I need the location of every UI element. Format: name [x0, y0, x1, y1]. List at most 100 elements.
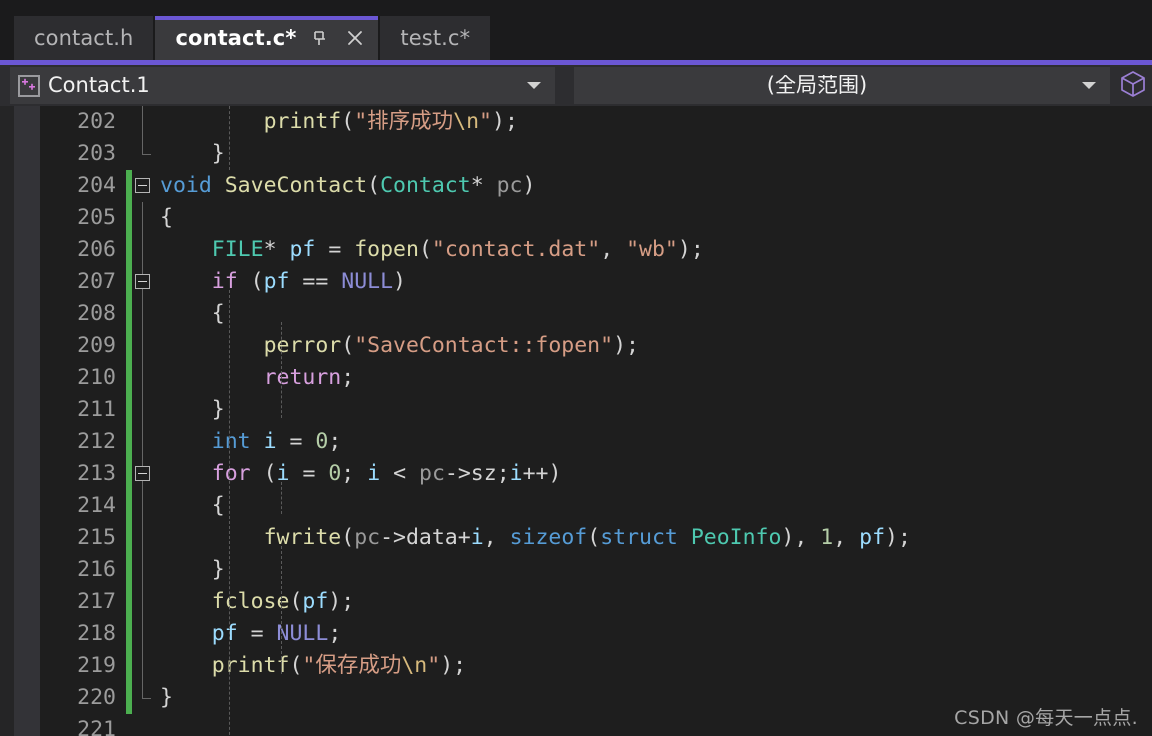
code-line-text: perror("SaveContact::fopen"); [154, 330, 1152, 362]
code-token: pf [859, 525, 886, 550]
outlining-margin[interactable] [132, 490, 154, 522]
code-token: } [211, 141, 225, 166]
code-token: i [367, 461, 381, 486]
code-line[interactable]: 205 { [40, 202, 1152, 234]
code-line[interactable]: 219 printf("保存成功\n"); [40, 650, 1152, 682]
outlining-margin[interactable] [132, 106, 154, 138]
member-scope-dropdown[interactable]: Contact.1 [10, 67, 555, 104]
outlining-margin[interactable] [132, 618, 154, 650]
code-token: fclose [211, 589, 290, 614]
code-token: 1 [820, 525, 834, 550]
outlining-margin[interactable] [132, 458, 154, 490]
outlining-bracket [142, 586, 143, 618]
outlining-bracket [142, 298, 143, 330]
outlining-margin[interactable] [132, 266, 154, 298]
member-scope-value: Contact.1 [48, 75, 150, 96]
code-token: { [160, 205, 173, 230]
code-token: "排序成功 [354, 109, 454, 134]
code-line[interactable]: 212 int i = 0; [40, 426, 1152, 458]
code-token: ) [677, 237, 691, 262]
code-line[interactable]: 208 { [40, 298, 1152, 330]
code-token: ( [341, 525, 355, 550]
line-number: 203 [77, 141, 116, 166]
code-editor[interactable]: 202 printf("排序成功\n"); 203 } 204 void SaveCo… [0, 106, 1152, 736]
code-token: if [211, 269, 238, 294]
outlining-bracket [142, 138, 151, 155]
pin-icon[interactable] [306, 25, 332, 51]
outlining-margin[interactable] [132, 650, 154, 682]
outlining-margin[interactable] [132, 714, 154, 736]
outlining-margin[interactable] [132, 234, 154, 266]
code-token: ( [341, 333, 355, 358]
code-line[interactable]: 210 return; [40, 362, 1152, 394]
code-line[interactable]: 211 } [40, 394, 1152, 426]
collapse-region-icon[interactable] [135, 274, 150, 289]
code-line[interactable]: 209 perror("SaveContact::fopen"); [40, 330, 1152, 362]
collapse-region-icon[interactable] [135, 466, 150, 481]
collapse-region-icon[interactable] [135, 178, 150, 193]
code-line[interactable]: 215 fwrite(pc->data+i, sizeof(struct Peo… [40, 522, 1152, 554]
code-line[interactable]: 206 FILE* pf = fopen("contact.dat", "wb"… [40, 234, 1152, 266]
code-token: int [211, 429, 251, 454]
code-line[interactable]: 217 fclose(pf); [40, 586, 1152, 618]
outlining-margin[interactable] [132, 202, 154, 234]
code-line[interactable]: 213 for (i = 0; i < pc->sz;i++) [40, 458, 1152, 490]
outlining-margin[interactable] [132, 138, 154, 170]
outlining-margin[interactable] [132, 298, 154, 330]
code-line[interactable]: 214 { [40, 490, 1152, 522]
code-token: , [600, 237, 614, 262]
code-token: ( [289, 653, 303, 678]
global-scope-dropdown[interactable]: (全局范围) [574, 67, 1110, 104]
outlining-margin[interactable] [132, 394, 154, 426]
close-icon[interactable] [342, 25, 368, 51]
code-line[interactable]: 207 if (pf == NULL) [40, 266, 1152, 298]
indicator-margin[interactable] [14, 106, 40, 736]
code-line[interactable]: 203 } [40, 138, 1152, 170]
code-token: void [160, 173, 212, 198]
outlining-margin[interactable] [132, 522, 154, 554]
code-token: pc [354, 525, 381, 550]
code-token: { [211, 301, 225, 326]
line-number: 207 [77, 269, 116, 294]
code-token: ) [393, 269, 406, 294]
watermark: CSDN @每天一点点. [954, 707, 1138, 729]
code-token: ) [328, 589, 342, 614]
tab-contact-c[interactable]: contact.c* [155, 16, 379, 60]
outlining-margin[interactable] [132, 682, 154, 714]
code-token: sizeof [509, 525, 588, 550]
chevron-down-icon[interactable] [1082, 82, 1096, 89]
code-token: perror [263, 333, 342, 358]
code-text-area[interactable]: 202 printf("排序成功\n"); 203 } 204 void SaveCo… [40, 106, 1152, 736]
chevron-down-icon[interactable] [527, 82, 541, 89]
code-token: * [470, 173, 484, 198]
tab-test-c[interactable]: test.c* [380, 16, 491, 60]
code-line[interactable]: 216 } [40, 554, 1152, 586]
code-line[interactable]: 204 void SaveContact(Contact* pc) [40, 170, 1152, 202]
cube-icon-button[interactable] [1114, 67, 1152, 104]
code-line-text: pf = NULL; [154, 618, 1152, 650]
code-token: SaveContact [224, 173, 368, 198]
code-line[interactable]: 202 printf("排序成功\n"); [40, 106, 1152, 138]
outlining-margin[interactable] [132, 330, 154, 362]
outlining-margin[interactable] [132, 426, 154, 458]
code-line-text: void SaveContact(Contact* pc) [154, 170, 1152, 202]
code-token: 0 [315, 429, 329, 454]
code-line-text: { [154, 298, 1152, 330]
outlining-margin[interactable] [132, 586, 154, 618]
outlining-margin[interactable] [132, 554, 154, 586]
outlining-margin[interactable] [132, 362, 154, 394]
outlining-margin[interactable] [132, 170, 154, 202]
tab-contact-h[interactable]: contact.h [14, 16, 154, 60]
code-token: return [263, 365, 342, 390]
code-line[interactable]: 218 pf = NULL; [40, 618, 1152, 650]
